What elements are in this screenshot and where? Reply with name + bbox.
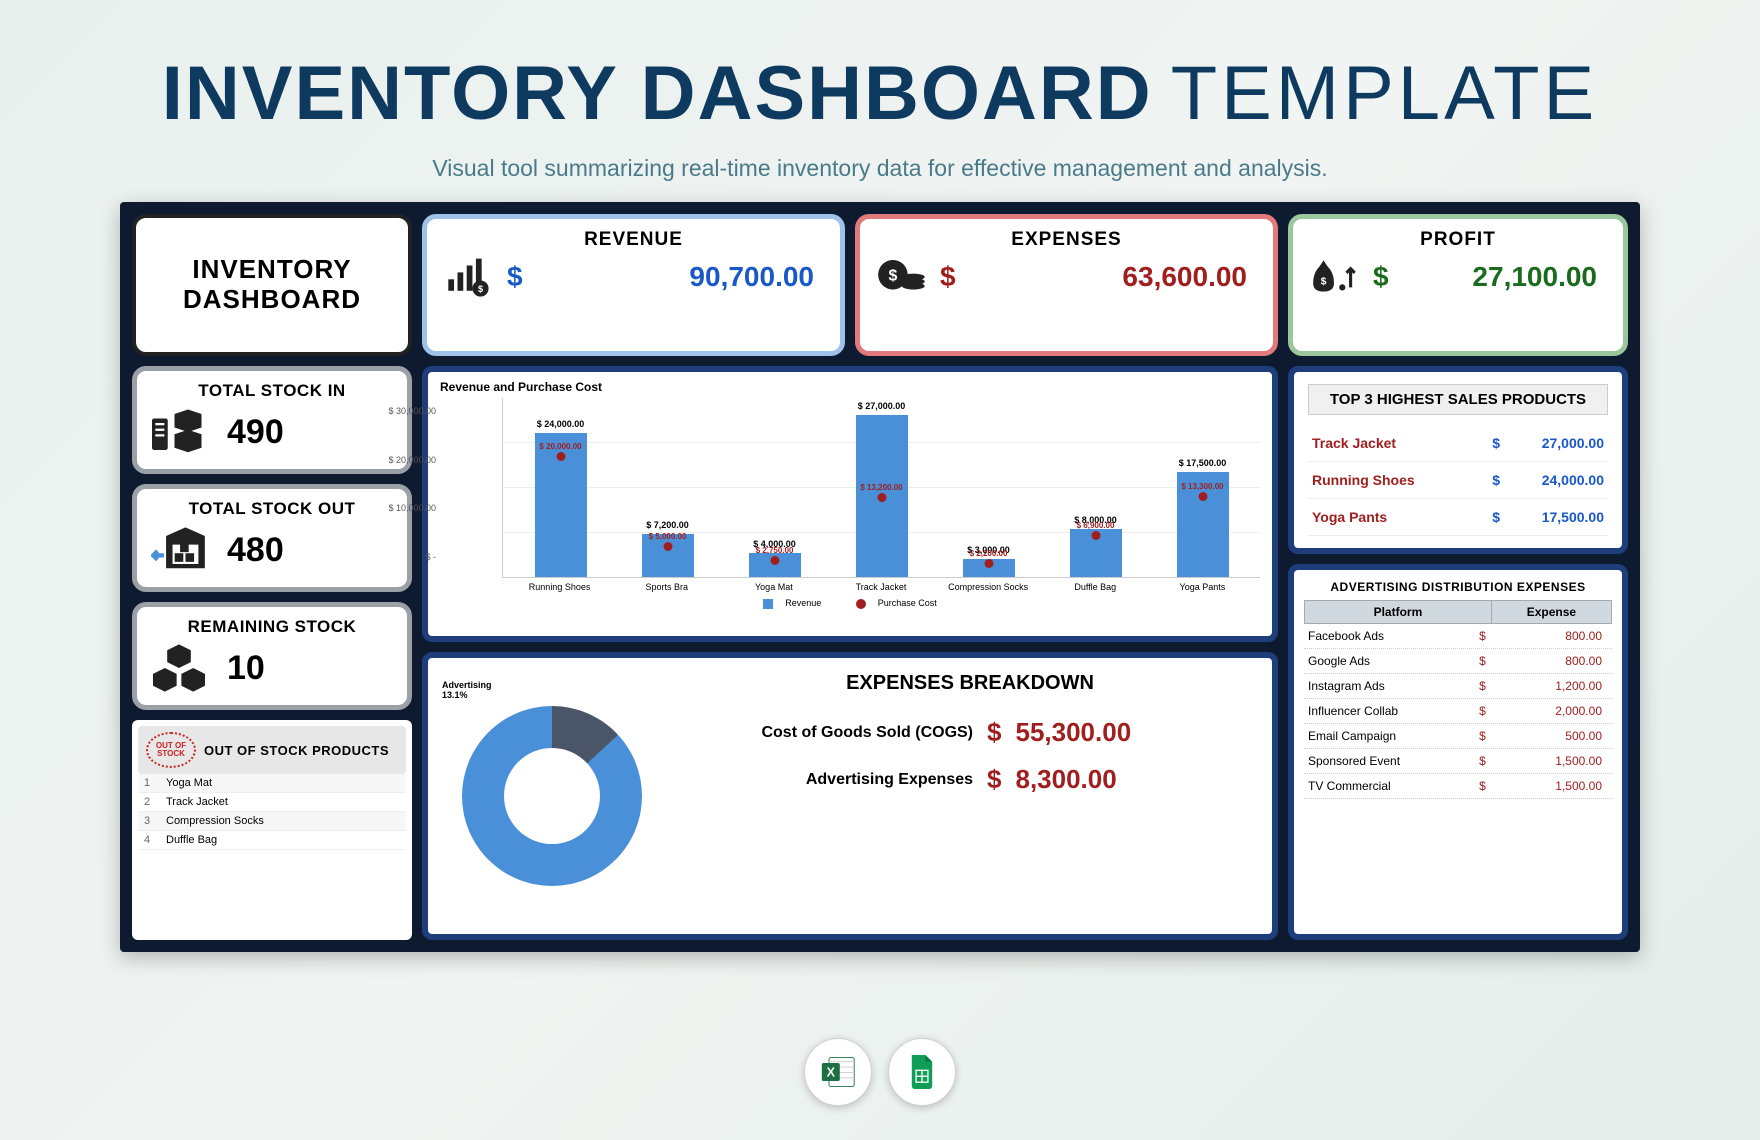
bar-group: $ 8,000.00 $ 6,900.00	[1052, 529, 1139, 577]
category-label: Duffle Bag	[1052, 582, 1139, 592]
bar-group: $ 27,000.00 $ 13,200.00	[838, 415, 925, 577]
kpi-revenue-label: REVENUE	[443, 229, 824, 251]
stat-stock-in-label: TOTAL STOCK IN	[151, 381, 393, 401]
top-product-row: Yoga Pants$17,500.00	[1308, 499, 1608, 536]
top-products-panel: TOP 3 HIGHEST SALES PRODUCTS Track Jacke…	[1288, 366, 1628, 554]
svg-text:$: $	[478, 284, 483, 294]
stat-stock-in-value: 490	[227, 413, 284, 452]
kpi-expenses-value: 63,600.00	[968, 261, 1257, 293]
advertising-row: TV Commercial$1,500.00	[1304, 774, 1612, 799]
format-icons: X	[804, 1038, 956, 1106]
advertising-row: Instagram Ads$1,200.00	[1304, 674, 1612, 699]
advertising-row: Sponsored Event$1,500.00	[1304, 749, 1612, 774]
subtitle: Visual tool summarizing real-time invent…	[120, 155, 1640, 182]
excel-icon[interactable]: X	[804, 1038, 872, 1106]
svg-text:$: $	[888, 267, 897, 284]
svg-text:$: $	[1321, 276, 1327, 287]
category-label: Yoga Pants	[1159, 582, 1246, 592]
stat-stock-out-label: TOTAL STOCK OUT	[151, 499, 393, 519]
bar-group: $ 7,200.00 $ 5,000.00	[624, 534, 711, 577]
kpi-profit-currency: $	[1373, 261, 1389, 293]
stat-remaining-value: 10	[227, 649, 265, 688]
kpi-revenue-value: 90,700.00	[535, 261, 824, 293]
dashboard-title: INVENTORY DASHBOARD	[152, 255, 392, 315]
out-of-stock-badge-icon: OUT OF STOCK	[146, 732, 196, 768]
category-label: Yoga Mat	[730, 582, 817, 592]
stat-remaining-label: REMAINING STOCK	[151, 617, 393, 637]
title-thin: TEMPLATE	[1171, 50, 1599, 137]
bar-group: $ 17,500.00 $ 13,300.00	[1159, 472, 1246, 577]
legend-revenue: Revenue	[785, 598, 821, 608]
center-column: Revenue and Purchase Cost $ 30,000.00$ 2…	[422, 366, 1278, 940]
expenses-title: EXPENSES BREAKDOWN	[682, 672, 1258, 695]
expense-row: Advertising Expenses$8,300.00	[682, 764, 1258, 795]
legend-cost: Purchase Cost	[878, 598, 937, 608]
donut-chart	[462, 706, 642, 886]
advertising-col-expense: Expense	[1492, 601, 1611, 623]
kpi-profit: PROFIT $ $ 27,100.00	[1288, 214, 1628, 356]
top-product-row: Track Jacket$27,000.00	[1308, 425, 1608, 462]
bar-group: $ 24,000.00 $ 20,000.00	[517, 433, 604, 577]
left-column: TOTAL STOCK IN 490 TOTAL STOCK OUT 480 R…	[132, 366, 412, 940]
cubes-icon	[151, 643, 207, 693]
y-axis-ticks: $ 30,000.00$ 20,000.00$ 10,000.00$ -	[380, 406, 436, 562]
chart-title: Revenue and Purchase Cost	[440, 380, 1260, 394]
kpi-row: REVENUE $ $ 90,700.00 EXPENSES $ $ 63,60…	[422, 214, 1278, 356]
dashboard-container: INVENTORY DASHBOARD REVENUE $ $ 90,700.0…	[120, 202, 1640, 952]
right-column: TOP 3 HIGHEST SALES PRODUCTS Track Jacke…	[1288, 366, 1628, 940]
out-of-stock-card: OUT OF STOCK OUT OF STOCK PRODUCTS 1Yoga…	[132, 720, 412, 940]
money-bag-arrow-icon: $	[1309, 255, 1361, 299]
expense-row: Cost of Goods Sold (COGS)$55,300.00	[682, 717, 1258, 748]
advertising-row: Google Ads$800.00	[1304, 649, 1612, 674]
out-of-stock-row: 2Track Jacket	[138, 793, 406, 812]
warehouse-out-icon	[151, 525, 207, 575]
category-label: Running Shoes	[516, 582, 603, 592]
stat-stock-out: TOTAL STOCK OUT 480	[132, 484, 412, 592]
donut-slice-label: Advertising 13.1%	[442, 680, 492, 700]
out-of-stock-title: OUT OF STOCK PRODUCTS	[204, 743, 389, 758]
advertising-title: ADVERTISING DISTRIBUTION EXPENSES	[1304, 580, 1612, 594]
advertising-col-platform: Platform	[1305, 601, 1492, 623]
bar-group: $ 4,000.00 $ 2,750.00	[731, 553, 818, 577]
bar-chart-area: $ 24,000.00 $ 20,000.00 $ 7,200.00 $ 5,00…	[502, 398, 1260, 578]
kpi-revenue-currency: $	[507, 261, 523, 293]
out-of-stock-row: 4Duffle Bag	[138, 831, 406, 850]
out-of-stock-row: 3Compression Socks	[138, 812, 406, 831]
title-bold: INVENTORY DASHBOARD	[162, 50, 1153, 137]
dashboard-title-card: INVENTORY DASHBOARD	[132, 214, 412, 356]
kpi-revenue: REVENUE $ $ 90,700.00	[422, 214, 845, 356]
out-of-stock-row: 1Yoga Mat	[138, 774, 406, 793]
category-label: Compression Socks	[945, 582, 1032, 592]
top-products-title: TOP 3 HIGHEST SALES PRODUCTS	[1308, 384, 1608, 415]
svg-text:X: X	[827, 1066, 836, 1080]
advertising-row: Influencer Collab$2,000.00	[1304, 699, 1612, 724]
kpi-profit-value: 27,100.00	[1401, 261, 1607, 293]
expenses-breakdown-panel: Advertising 13.1% EXPENSES BREAKDOWN Cos…	[422, 652, 1278, 940]
advertising-row: Facebook Ads$800.00	[1304, 624, 1612, 649]
bar-chart-money-icon: $	[443, 255, 495, 299]
page-header: INVENTORY DASHBOARD TEMPLATE Visual tool…	[120, 50, 1640, 182]
revenue-cost-chart: Revenue and Purchase Cost $ 30,000.00$ 2…	[422, 366, 1278, 642]
out-of-stock-list: 1Yoga Mat2Track Jacket3Compression Socks…	[138, 774, 406, 850]
category-label: Track Jacket	[837, 582, 924, 592]
advertising-row: Email Campaign$500.00	[1304, 724, 1612, 749]
category-labels: Running Shoes Sports Bra Yoga Mat Track Jac…	[502, 578, 1260, 592]
boxes-checklist-icon	[151, 407, 207, 457]
stat-stock-out-value: 480	[227, 531, 284, 570]
bar-group: $ 3,000.00 $ 2,200.00	[945, 559, 1032, 577]
top-product-row: Running Shoes$24,000.00	[1308, 462, 1608, 499]
chart-legend: Revenue Purchase Cost	[440, 598, 1260, 609]
advertising-panel: ADVERTISING DISTRIBUTION EXPENSES Platfo…	[1288, 564, 1628, 940]
kpi-expenses: EXPENSES $ $ 63,600.00	[855, 214, 1278, 356]
kpi-profit-label: PROFIT	[1309, 229, 1607, 251]
coins-icon: $	[876, 255, 928, 299]
kpi-expenses-label: EXPENSES	[876, 229, 1257, 251]
stat-remaining: REMAINING STOCK 10	[132, 602, 412, 710]
stat-stock-in: TOTAL STOCK IN 490	[132, 366, 412, 474]
kpi-expenses-currency: $	[940, 261, 956, 293]
category-label: Sports Bra	[623, 582, 710, 592]
google-sheets-icon[interactable]	[888, 1038, 956, 1106]
